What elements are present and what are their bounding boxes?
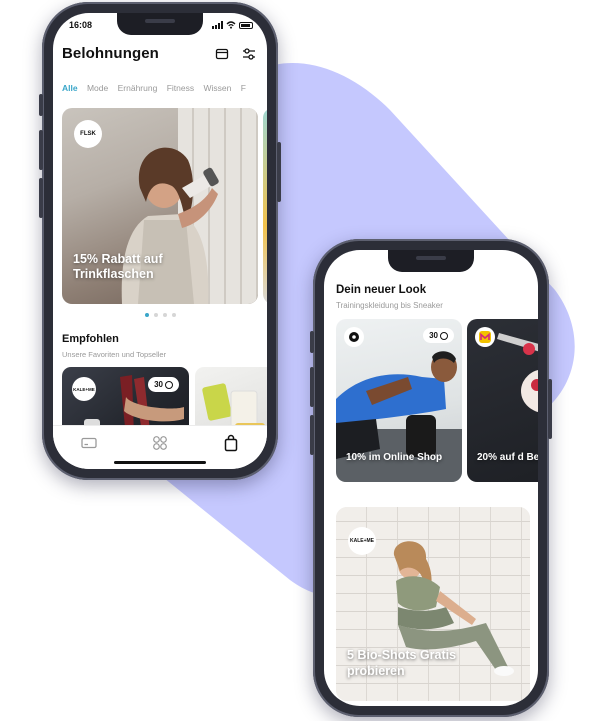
next-hero-card-peek[interactable] xyxy=(263,108,267,304)
phone-new-look: Dein neuer Look Trainingskleidung bis Sn… xyxy=(310,239,552,717)
brand-logo-badge xyxy=(344,327,364,347)
tab-ernaehrung[interactable]: Ernährung xyxy=(118,83,158,93)
app-header: Belohnungen xyxy=(62,45,258,67)
section-title-new-look: Dein neuer Look xyxy=(336,284,427,296)
points-value: 30 xyxy=(154,380,163,389)
points-value: 30 xyxy=(429,331,438,340)
tab-partial[interactable]: F xyxy=(241,83,246,93)
coin-icon xyxy=(165,380,173,389)
offer-text: 20% auf d Bestellung xyxy=(477,451,538,463)
notch xyxy=(117,13,203,35)
card-tab-icon[interactable] xyxy=(80,434,98,452)
card-icon[interactable] xyxy=(215,47,229,61)
offer-text: 5 Bio-Shots Gratis probieren xyxy=(347,648,457,678)
section-subtitle-new-look: Trainingskleidung bis Sneaker xyxy=(336,301,443,310)
points-badge: 30 xyxy=(148,377,179,392)
notch xyxy=(388,250,474,272)
tab-fitness[interactable]: Fitness xyxy=(167,83,194,93)
brand-logo-flsk: FLSK xyxy=(74,120,102,148)
tab-alle[interactable]: Alle xyxy=(62,83,78,93)
filter-sliders-icon[interactable] xyxy=(242,47,256,61)
home-indicator xyxy=(114,461,206,464)
section-subtitle-recommended: Unsere Favoriten und Topseller xyxy=(62,350,167,359)
carousel-dot[interactable] xyxy=(171,313,176,317)
hero-offer-text: 15% Rabatt auf Trinkflaschen xyxy=(73,252,163,281)
tab-wissen[interactable]: Wissen xyxy=(203,83,231,93)
brand-logo-badge xyxy=(475,327,495,347)
grid-tab-icon[interactable] xyxy=(151,434,169,452)
carousel-dot[interactable] xyxy=(153,313,158,317)
phone2-screen: Dein neuer Look Trainingskleidung bis Sn… xyxy=(324,250,538,706)
points-badge: 30 xyxy=(423,328,454,343)
bag-tab-icon[interactable] xyxy=(222,434,240,452)
brand-logo-kaleme: KALE+ME xyxy=(72,377,96,401)
carousel-dots xyxy=(53,313,267,317)
status-time: 16:08 xyxy=(69,20,93,30)
offer-card-order[interactable]: 20% auf d Bestellung xyxy=(467,319,538,482)
signal-icon xyxy=(212,21,223,29)
offer-card-online-shop[interactable]: 30 10% im Online Shop xyxy=(336,319,462,482)
brand-logo-kaleme: KALE+ME xyxy=(348,527,376,555)
brand-name: FLSK xyxy=(80,131,96,137)
brand-m-icon xyxy=(479,331,491,343)
section-title-recommended: Empfohlen xyxy=(62,333,119,345)
offer-text: 10% im Online Shop xyxy=(346,451,443,463)
brand-circle-icon xyxy=(349,332,359,342)
offer-card-bio-shots[interactable]: KALE+ME 5 Bio-Shots Gratis probieren xyxy=(336,507,530,701)
brand-name: KALE+ME xyxy=(349,538,375,544)
coin-icon xyxy=(440,331,448,340)
phone1-screen: 16:08 Belohnungen Alle Mode Ernährung Fi… xyxy=(53,13,267,469)
carousel-dot-active[interactable] xyxy=(144,313,149,317)
hero-offer-card[interactable]: FLSK 15% Rabatt auf Trinkflaschen xyxy=(62,108,258,304)
tab-mode[interactable]: Mode xyxy=(87,83,108,93)
brand-name: KALE+ME xyxy=(73,386,95,392)
phone-rewards: 16:08 Belohnungen Alle Mode Ernährung Fi… xyxy=(39,2,281,480)
wifi-icon xyxy=(226,21,236,29)
carousel-dot[interactable] xyxy=(162,313,167,317)
category-tabs: Alle Mode Ernährung Fitness Wissen F xyxy=(62,83,267,93)
battery-icon xyxy=(239,21,253,29)
